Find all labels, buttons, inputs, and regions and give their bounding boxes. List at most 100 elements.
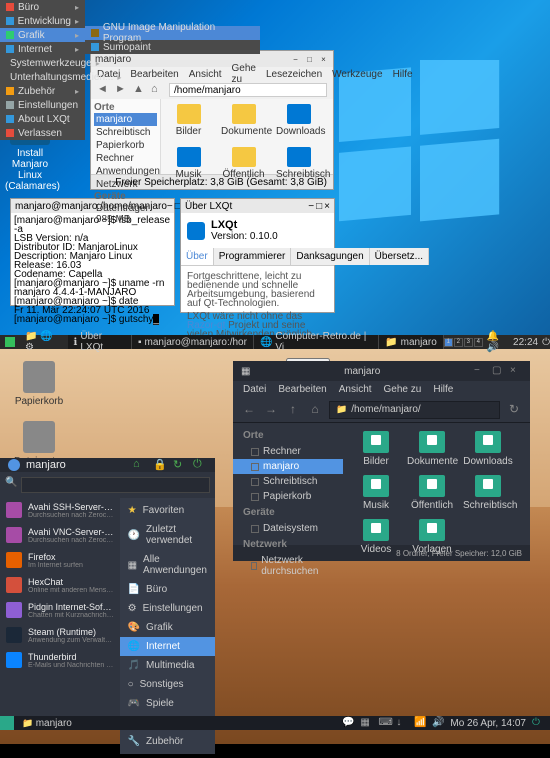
start-button[interactable] xyxy=(0,335,20,349)
maximize-button[interactable]: ▢ xyxy=(492,365,504,377)
path-input[interactable]: /home/manjaro xyxy=(169,83,327,97)
workspace-tray-icon[interactable]: ▦ xyxy=(360,717,372,729)
fm2-content[interactable]: Bilder Dokumente Downloads Musik Öffentl… xyxy=(343,423,530,545)
reload-button[interactable]: ↻ xyxy=(506,402,522,418)
folder-bilder[interactable]: Bilder xyxy=(351,431,401,467)
quick-launch[interactable]: 📁 🌐 ⚙ xyxy=(20,335,68,349)
search-input[interactable] xyxy=(21,477,210,493)
place-manjaro[interactable]: manjaro xyxy=(94,113,157,126)
update-tray-icon[interactable]: ↓ xyxy=(396,717,408,729)
clock[interactable]: Mo 26 Apr, 14:07 xyxy=(450,718,526,729)
tray-icons[interactable]: 🔔 🔊 xyxy=(487,331,509,353)
folder-offentlich[interactable]: Öffentlich xyxy=(407,475,457,511)
app-avahi-ssh[interactable]: Avahi SSH-Server-BrowserDurchsuchen nach… xyxy=(0,498,120,523)
close-button[interactable]: × xyxy=(324,201,330,212)
app-thunderbird[interactable]: ThunderbirdE-Mails und Nachrichten mit..… xyxy=(0,648,120,673)
forward-button[interactable]: ► xyxy=(115,83,129,97)
chat-tray-icon[interactable]: 💬 xyxy=(342,717,354,729)
cat-alle[interactable]: ▦Alle Anwendungen xyxy=(120,550,215,580)
place-schreibtisch[interactable]: Schreibtisch xyxy=(233,474,343,489)
network-tray-icon[interactable]: 📶 xyxy=(414,717,426,729)
place-rechner[interactable]: Rechner xyxy=(233,444,343,459)
app-firefox[interactable]: FirefoxIm Internet surfen xyxy=(0,548,120,573)
menu-ansicht[interactable]: Ansicht xyxy=(339,384,372,395)
volume-tray-icon[interactable]: 🔊 xyxy=(432,717,444,729)
folder-downloads[interactable]: Downloads xyxy=(276,104,321,137)
app-steam[interactable]: Steam (Runtime)Anwendung zum Verwalten..… xyxy=(0,623,120,648)
folder-videos[interactable]: Videos xyxy=(351,519,401,555)
cat-spiele[interactable]: 🎮Spiele xyxy=(120,694,215,713)
task-filemanager[interactable]: 📁 manjaro xyxy=(16,718,78,729)
fm2-titlebar[interactable]: ▦ manjaro − ▢ × xyxy=(233,361,530,381)
place-schreibtisch[interactable]: Schreibtisch xyxy=(94,126,157,139)
up-button[interactable]: ↑ xyxy=(285,402,301,418)
clock[interactable]: 22:24 xyxy=(513,337,538,348)
menu-zubehor[interactable]: Zubehör▸ xyxy=(0,84,85,98)
menu-bearbeiten[interactable]: Bearbeiten xyxy=(278,384,326,395)
cat-grafik[interactable]: 🎨Grafik xyxy=(120,618,215,637)
menu-internet[interactable]: Internet▸ xyxy=(0,42,85,56)
cat-einstellungen[interactable]: ⚙Einstellungen xyxy=(120,599,215,618)
menu-hilfe[interactable]: Hilfe xyxy=(393,69,413,80)
home-button[interactable]: ⌂ xyxy=(151,83,165,97)
task-about-lxqt[interactable]: ℹ Über LXQt xyxy=(68,335,132,349)
up-button[interactable]: ▲ xyxy=(133,83,147,97)
tab-uber[interactable]: Über xyxy=(181,248,214,265)
tab-ubersetzer[interactable]: Übersetz... xyxy=(370,248,429,265)
manjaro-start-button[interactable] xyxy=(0,716,14,730)
menu-entwicklung[interactable]: Entwicklung▸ xyxy=(0,14,85,28)
power-tray-icon[interactable]: ⏻ xyxy=(532,717,544,729)
power-icon[interactable]: ⏻ xyxy=(193,458,207,472)
forward-button[interactable]: → xyxy=(263,402,279,418)
menu-icon[interactable]: ▦ xyxy=(241,366,250,377)
app-avahi-vnc[interactable]: Avahi VNC-Server-BrowserDurchsuchen nach… xyxy=(0,523,120,548)
folder-offentlich[interactable]: Öffentlich xyxy=(221,147,266,180)
device-disk[interactable]: Datenträger 989 MB xyxy=(94,202,157,226)
menu-einstellungen[interactable]: Einstellungen xyxy=(0,98,85,112)
keyboard-tray-icon[interactable]: ⌨ xyxy=(378,717,390,729)
menu-datei[interactable]: Datei xyxy=(243,384,266,395)
device-dateisystem[interactable]: Dateisystem xyxy=(233,521,343,536)
minimize-button[interactable]: − xyxy=(290,54,301,65)
close-button[interactable]: × xyxy=(510,365,522,377)
minimize-button[interactable]: − xyxy=(474,365,486,377)
maximize-button[interactable]: □ xyxy=(316,201,322,212)
menu-gehezu[interactable]: Gehe zu xyxy=(232,63,256,85)
menu-bearbeiten[interactable]: Bearbeiten xyxy=(130,69,178,80)
cat-zubehor[interactable]: 🔧Zubehör xyxy=(120,732,215,751)
home-icon[interactable]: ⌂ xyxy=(133,458,147,472)
folder-dokumente[interactable]: Dokumente xyxy=(221,104,266,137)
about-titlebar[interactable]: Über LXQt −□× xyxy=(181,199,334,213)
place-manjaro[interactable]: manjaro xyxy=(233,459,343,474)
folder-schreibtisch[interactable]: Schreibtisch xyxy=(276,147,321,180)
task-terminal[interactable]: ▪ manjaro@manjaro:/hor xyxy=(132,335,254,349)
menu-ansicht[interactable]: Ansicht xyxy=(189,69,222,80)
minimize-button[interactable]: − xyxy=(308,201,314,212)
menu-systemwerkzeuge[interactable]: Systemwerkzeuge▸ xyxy=(0,56,85,70)
terminal-output[interactable]: [manjaro@manjaro ~]$ lsb_release -a LSB … xyxy=(11,213,174,327)
tab-programmierer[interactable]: Programmierer xyxy=(214,248,292,265)
menu-gehezu[interactable]: Gehe zu xyxy=(384,384,422,395)
home-button[interactable]: ⌂ xyxy=(307,402,323,418)
menu-hilfe[interactable]: Hilfe xyxy=(433,384,453,395)
menu-unterhaltung[interactable]: Unterhaltungsmedien...▸ xyxy=(0,70,85,84)
menu-lesezeichen[interactable]: Lesezeichen xyxy=(266,69,322,80)
minimize-button[interactable]: − xyxy=(167,201,173,212)
menu-verlassen[interactable]: Verlassen xyxy=(0,126,85,140)
place-papierkorb[interactable]: Papierkorb xyxy=(94,139,157,152)
cat-internet[interactable]: 🌐Internet xyxy=(120,637,215,656)
fm-content[interactable]: Bilder Dokumente Downloads Musik Öffentl… xyxy=(161,99,333,174)
place-papierkorb[interactable]: Papierkorb xyxy=(233,489,343,504)
submenu-gimp[interactable]: GNU Image Manipulation Program xyxy=(85,26,260,40)
menu-grafik[interactable]: Grafik▸ xyxy=(0,28,85,42)
cat-zuletzt[interactable]: 🕐Zuletzt verwendet xyxy=(120,520,215,550)
cat-favoriten[interactable]: ★Favoriten xyxy=(120,501,215,520)
logout-icon[interactable]: ⏻ xyxy=(542,337,550,348)
task-filemanager[interactable]: 📁 manjaro xyxy=(379,335,444,349)
folder-musik[interactable]: Musik xyxy=(351,475,401,511)
folder-musik[interactable]: Musik xyxy=(166,147,211,180)
folder-downloads[interactable]: Downloads xyxy=(463,431,513,467)
back-button[interactable]: ← xyxy=(241,402,257,418)
trash-icon[interactable]: Papierkorb xyxy=(14,361,64,407)
user-avatar-icon[interactable] xyxy=(8,459,20,471)
